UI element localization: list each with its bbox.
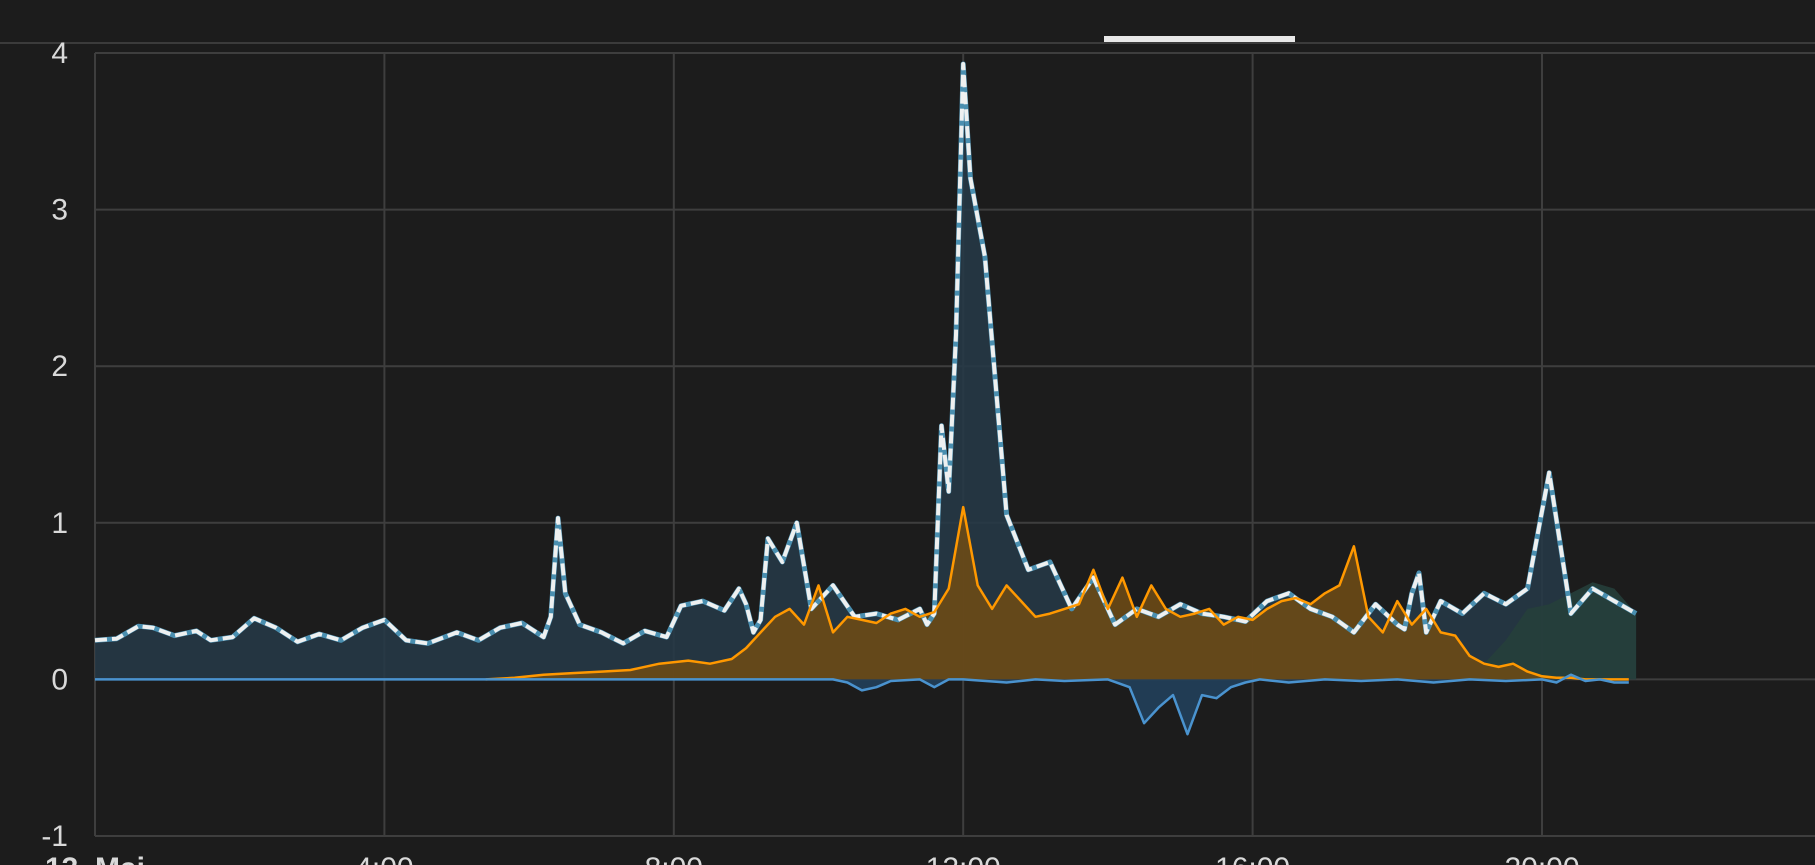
energy-chart: 4 3 2 1 0 -1 13. Mai 4:00 8:00 12:00 16:00 20:00 bbox=[41, 37, 1815, 865]
y-tick-label: 2 bbox=[51, 350, 68, 383]
x-tick-label: 13. Mai bbox=[45, 852, 145, 865]
x-tick-label: 16:00 bbox=[1215, 852, 1290, 865]
x-tick-label: 12:00 bbox=[926, 852, 1001, 865]
y-axis-ticks: 4 3 2 1 0 -1 bbox=[41, 37, 68, 853]
x-tick-label: 4:00 bbox=[355, 852, 413, 865]
y-tick-label: 3 bbox=[51, 194, 68, 227]
series-line-underlay-total_consumption bbox=[94, 61, 1638, 646]
y-tick-label: 1 bbox=[51, 507, 68, 540]
y-tick-label: 0 bbox=[51, 663, 68, 696]
series-area-grid_exchange bbox=[95, 674, 1629, 735]
x-tick-label: 20:00 bbox=[1504, 852, 1579, 865]
series-line-total_consumption bbox=[94, 62, 1638, 646]
x-tick-label: 8:00 bbox=[645, 852, 703, 865]
y-tick-label: -1 bbox=[41, 820, 68, 853]
x-axis-ticks: 13. Mai 4:00 8:00 12:00 16:00 20:00 bbox=[45, 852, 1580, 865]
series-area-total_consumption bbox=[95, 64, 1637, 680]
y-tick-label: 4 bbox=[51, 37, 68, 70]
